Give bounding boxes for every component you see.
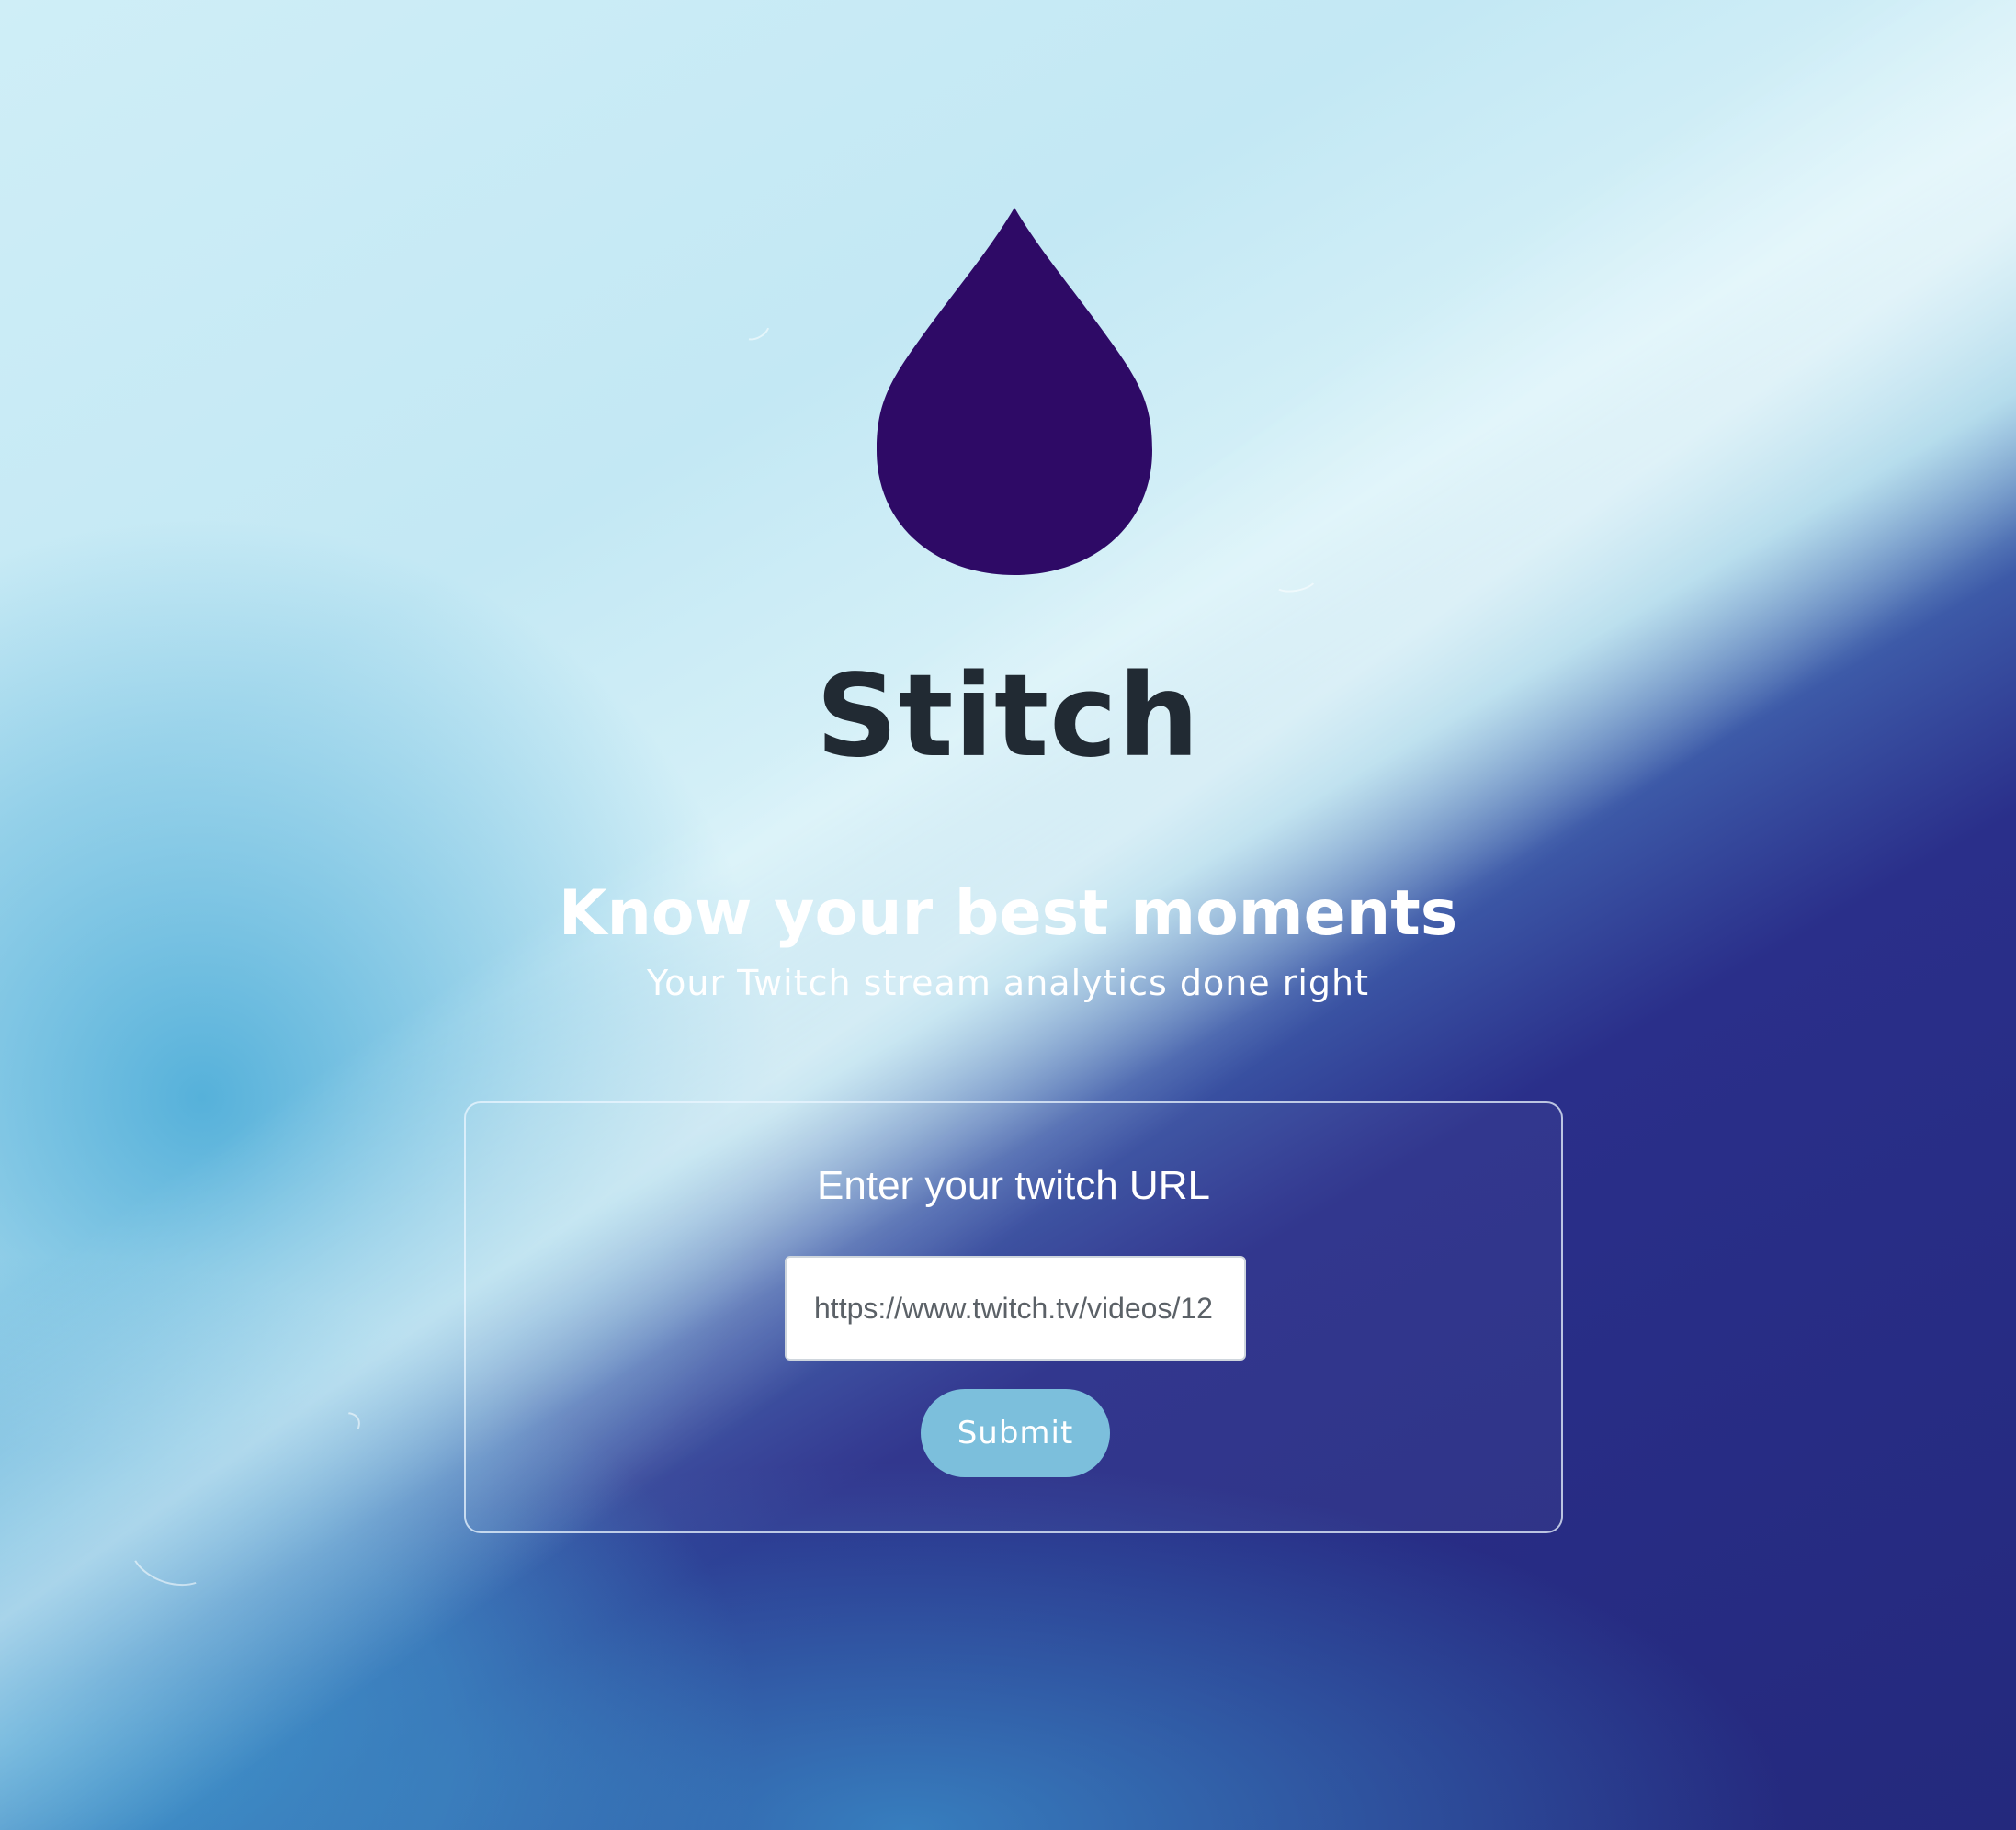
brand-title: Stitch: [815, 650, 1201, 783]
film-scratch-decoration: [308, 1404, 367, 1457]
film-scratch-decoration: [120, 1511, 223, 1598]
form-title: Enter your twitch URL: [817, 1163, 1210, 1208]
film-scratch-decoration: [1271, 565, 1319, 596]
hero-headline: Know your best moments: [558, 877, 1458, 950]
hero-subheadline: Your Twitch stream analytics done right: [646, 963, 1370, 1003]
film-scratch-decoration: [736, 311, 775, 345]
url-form-panel: Enter your twitch URL Submit: [464, 1101, 1563, 1533]
twitch-url-input[interactable]: [785, 1256, 1246, 1361]
droplet-icon: [877, 208, 1152, 575]
submit-button[interactable]: Submit: [921, 1389, 1110, 1477]
